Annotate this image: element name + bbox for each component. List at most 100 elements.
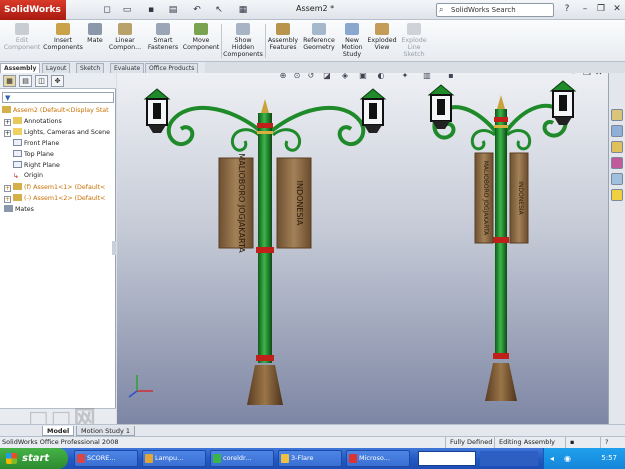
insert-components-button[interactable]: Insert Components xyxy=(42,23,84,51)
open-folder-icon[interactable]: ▭ xyxy=(120,3,134,17)
network-icon[interactable]: ◂ xyxy=(550,448,554,469)
tab-motion-study-1[interactable]: Motion Study 1 xyxy=(76,426,136,436)
view-settings-icon[interactable]: ▪ xyxy=(445,73,457,82)
linear-component-pattern-button[interactable]: Linear Compon... xyxy=(106,23,144,51)
zoom-to-area-icon[interactable]: ⊙ xyxy=(291,73,303,82)
graphics-area[interactable]: MALIOBORO JOGJAKARTA INDONESIA MALIOBORO… xyxy=(117,73,608,424)
left-lamp-pole xyxy=(258,113,272,363)
edit-component-button[interactable]: Edit Component xyxy=(2,23,42,51)
apply-scene-icon[interactable]: ▥ xyxy=(421,73,433,82)
configuration-manager-tab-icon[interactable]: ◫ xyxy=(35,75,48,87)
solidworks-window: SolidWorks ◻ ▭ ▪ ▤ ↶ ↖ ▦ Assem2 * ⌕ Solid… xyxy=(0,0,625,469)
mate-button[interactable]: Mate xyxy=(84,23,106,44)
volume-icon[interactable]: ◉ xyxy=(564,448,571,469)
linear-pattern-icon xyxy=(118,23,132,35)
hide-show-items-icon[interactable]: ◐ xyxy=(375,73,387,82)
title-bar: SolidWorks ◻ ▭ ▪ ▤ ↶ ↖ ▦ Assem2 * ⌕ Solid… xyxy=(0,0,625,20)
tree-item-front-plane[interactable]: Front Plane xyxy=(13,139,59,148)
tab-assembly[interactable]: Assembly xyxy=(0,63,41,73)
right-lamp-band xyxy=(493,237,509,243)
left-lamp-lantern-left xyxy=(143,88,171,133)
left-lamp-arm-right xyxy=(267,105,366,147)
expand-icon[interactable]: + xyxy=(4,185,11,192)
tree-item-origin[interactable]: ↳ Origin xyxy=(13,172,43,180)
expand-icon[interactable]: + xyxy=(4,130,11,137)
show-hidden-components-button[interactable]: Show Hidden Components xyxy=(222,23,264,58)
smart-fasteners-button[interactable]: Smart Fasteners xyxy=(144,23,182,51)
tree-item-assem1-1[interactable]: + (f) Assem1<1> (Default< xyxy=(4,183,105,192)
solidworks-resources-icon[interactable] xyxy=(611,109,623,121)
taskbar-item-score[interactable]: SCORE... xyxy=(74,450,138,467)
tree-filter[interactable]: ▼ xyxy=(2,92,114,103)
tree-item-lights-cameras-scene[interactable]: + Lights, Cameras and Scene xyxy=(4,128,110,137)
new-motion-study-button[interactable]: New Motion Study xyxy=(338,23,366,58)
expand-icon[interactable]: + xyxy=(4,119,11,126)
taskbar-item-3-flare[interactable]: 3-Flare xyxy=(278,450,342,467)
search-results-icon[interactable] xyxy=(611,157,623,169)
taskbar-item-lampu[interactable]: Lampu... xyxy=(142,450,206,467)
lamp-model-scene: MALIOBORO JOGJAKARTA INDONESIA MALIOBORO… xyxy=(128,80,577,405)
taskbar-item-microsoft[interactable]: Microso... xyxy=(346,450,410,467)
tree-item-assem1-2[interactable]: + (-) Assem1<2> (Default< xyxy=(4,194,105,203)
panel-splitter-handle[interactable] xyxy=(112,241,116,255)
save-icon[interactable]: ▪ xyxy=(144,3,158,17)
left-lamp-band xyxy=(257,131,273,134)
viewport-restore-icon[interactable]: ❐ xyxy=(583,73,591,78)
previous-view-icon[interactable]: ↺ xyxy=(305,73,317,82)
close-icon[interactable]: ✕ xyxy=(610,3,624,16)
rebuild-icon[interactable]: ▦ xyxy=(236,3,250,17)
feature-manager-tab-icon[interactable]: ▦ xyxy=(3,75,16,87)
view-palette-icon[interactable] xyxy=(611,173,623,185)
design-library-icon[interactable] xyxy=(611,125,623,137)
tab-office-products[interactable]: Office Products xyxy=(145,63,199,73)
right-lamp-lantern-right xyxy=(549,80,577,125)
viewport-minimize-icon[interactable]: – xyxy=(571,73,576,78)
explode-line-sketch-button[interactable]: Explode Line Sketch xyxy=(398,23,430,58)
app-icon xyxy=(145,454,153,463)
view-orientation-icon[interactable]: ◈ xyxy=(339,73,351,82)
tree-item-mates[interactable]: Mates xyxy=(4,205,34,214)
coordinate-triad xyxy=(128,375,153,398)
exploded-view-button[interactable]: Exploded View xyxy=(366,23,398,51)
restore-icon[interactable]: ❐ xyxy=(594,3,608,16)
status-mode: Editing Assembly xyxy=(494,437,555,448)
start-button[interactable]: start xyxy=(0,448,68,469)
right-lamp-post: MALIOBORO JOGJAKARTA INDONESIA xyxy=(427,80,577,401)
minimize-icon[interactable]: – xyxy=(578,3,592,16)
tab-evaluate[interactable]: Evaluate xyxy=(110,63,145,73)
taskbar-item-coreldraw[interactable]: coreldr... xyxy=(210,450,274,467)
new-document-icon[interactable]: ◻ xyxy=(100,3,114,17)
file-explorer-icon[interactable] xyxy=(611,141,623,153)
status-help-icon[interactable]: ? xyxy=(600,437,614,448)
zoom-to-fit-icon[interactable]: ⊕ xyxy=(277,73,289,82)
tab-sketch[interactable]: Sketch xyxy=(76,63,105,73)
property-manager-tab-icon[interactable]: ▤ xyxy=(19,75,32,87)
tab-layout[interactable]: Layout xyxy=(42,63,71,73)
display-style-icon[interactable]: ▣ xyxy=(357,73,369,82)
select-arrow-icon[interactable]: ↖ xyxy=(212,3,226,17)
section-view-icon[interactable]: ◪ xyxy=(321,73,333,82)
tree-item-top-plane[interactable]: Top Plane xyxy=(13,150,54,159)
solidworks-logo[interactable]: SolidWorks xyxy=(0,0,66,20)
taskbar-toolbar-logo[interactable] xyxy=(418,451,476,466)
tree-item-annotations[interactable]: + Annotations xyxy=(4,117,62,126)
edit-appearance-icon[interactable]: ✦ xyxy=(399,73,411,82)
search-input[interactable]: ⌕ SolidWorks Search xyxy=(436,3,554,17)
appearances-icon[interactable] xyxy=(611,189,623,201)
status-rebuild-icon[interactable]: ▪ xyxy=(565,437,579,448)
print-icon[interactable]: ▤ xyxy=(166,3,180,17)
tree-item-right-plane[interactable]: Right Plane xyxy=(13,161,60,170)
assembly-features-button[interactable]: Assembly Features xyxy=(266,23,300,51)
viewport-close-icon[interactable]: ✕ xyxy=(595,73,603,78)
right-lamp-scroll-right xyxy=(506,129,532,151)
explode-line-icon xyxy=(407,23,421,35)
reference-geometry-button[interactable]: Reference Geometry xyxy=(300,23,338,51)
expand-icon[interactable]: + xyxy=(4,196,11,203)
tab-model[interactable]: Model xyxy=(42,426,75,436)
quick-launch-area xyxy=(480,451,538,466)
help-icon[interactable]: ? xyxy=(560,3,574,16)
undo-icon[interactable]: ↶ xyxy=(190,3,204,17)
tree-item-assembly[interactable]: Assem2 (Default<Display Stat xyxy=(2,106,109,115)
move-component-button[interactable]: Move Component xyxy=(182,23,220,51)
dimxpert-tab-icon[interactable]: ✥ xyxy=(51,75,64,87)
